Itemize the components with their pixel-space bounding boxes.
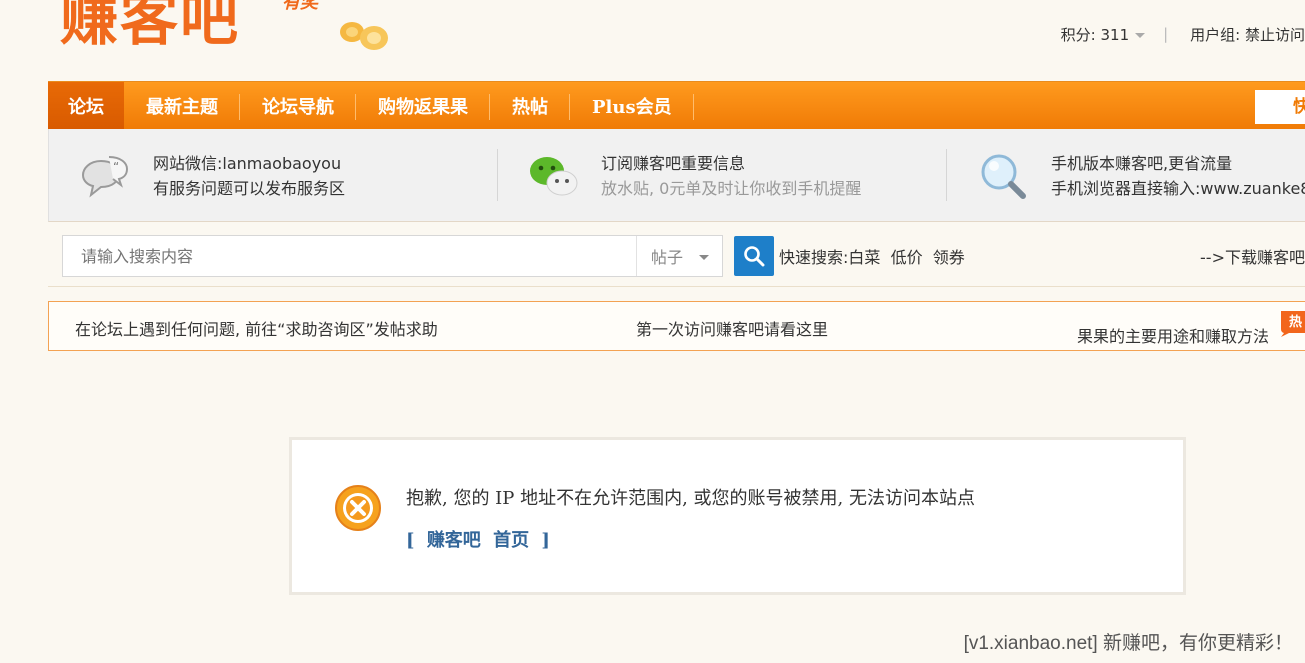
nav-label: 论坛导航: [262, 96, 334, 118]
usergroup-label: 用户组: 禁止访问: [1190, 25, 1305, 44]
wechat-icon: [530, 157, 578, 196]
subscribe-block[interactable]: 订阅赚客吧重要信息 放水贴, 0元单及时让你收到手机提醒: [527, 151, 861, 201]
chevron-down-icon: [699, 255, 710, 260]
points-link[interactable]: 积分: 311: [1060, 24, 1146, 45]
site-logo[interactable]: 赚客吧 有奖: [60, 0, 400, 66]
points-label: 积分: 311: [1060, 25, 1130, 44]
nav-divider: [692, 93, 694, 120]
nav-item-plus[interactable]: Plus会员: [570, 82, 694, 130]
search-box: 帖子: [62, 235, 723, 277]
wechat-account-block: “ 网站微信:lanmaobaoyou 有服务问题可以发布服务区: [79, 151, 345, 201]
logo-text: 赚客吧: [60, 0, 241, 53]
mobile-version-block[interactable]: 手机版本赚客吧,更省流量 手机浏览器直接输入:www.zuanke8: [977, 151, 1305, 201]
search-input[interactable]: [63, 236, 636, 276]
mobile-line-2: 手机浏览器直接输入:www.zuanke8: [1051, 179, 1305, 198]
divider: [946, 149, 947, 201]
wechat-line-1: 网站微信:lanmaobaoyou: [153, 154, 342, 173]
magnifier-icon: [981, 154, 1026, 199]
download-app-link[interactable]: -->下载赚客吧: [1200, 244, 1305, 268]
help-notice-link[interactable]: 在论坛上遇到任何问题, 前往“求助咨询区”发帖求助: [75, 316, 438, 340]
nav-item-latest[interactable]: 最新主题: [124, 82, 240, 130]
hot-badge-icon: 热: [1280, 311, 1305, 337]
site-home-link[interactable]: 赚客吧: [427, 530, 481, 551]
divider: [497, 149, 498, 201]
notice-bar: 在论坛上遇到任何问题, 前往“求助咨询区”发帖求助 第一次访问赚客吧请看这里 果…: [48, 301, 1305, 351]
footer-note: [v1.xianbao.net] 新赚吧，有你更精彩！: [963, 633, 1293, 654]
quick-link-cabbage[interactable]: 白菜: [848, 248, 880, 267]
usage-link[interactable]: 果果的主要用途和赚取方法: [1077, 323, 1269, 347]
hot-badge-text: 热: [1289, 314, 1302, 330]
error-links: [ 赚客吧 首页 ]: [406, 526, 556, 552]
nav-label: 最新主题: [146, 96, 218, 118]
nav-quick-button[interactable]: 快: [1255, 90, 1305, 124]
wechat-line-2: 有服务问题可以发布服务区: [153, 179, 346, 198]
nuts-icon: [340, 22, 388, 50]
home-page-link[interactable]: 首页: [493, 530, 529, 551]
nav-item-guide[interactable]: 论坛导航: [240, 82, 356, 130]
nav-label: 热帖: [512, 96, 548, 118]
quick-search: 快速搜索:白菜 低价 领券: [779, 244, 965, 268]
nav-label: Plus会员: [592, 96, 672, 118]
divider: |: [1163, 25, 1169, 43]
quick-link-coupon[interactable]: 领券: [933, 248, 965, 267]
error-icon: [335, 485, 381, 531]
quick-link-lowprice[interactable]: 低价: [891, 248, 923, 267]
bracket-open: [: [406, 530, 415, 551]
mobile-line-1: 手机版本赚客吧,更省流量: [1051, 154, 1233, 173]
main-nav: 论坛 最新主题 论坛导航 购物返果果 热帖 Plus会员 快: [48, 81, 1305, 130]
error-message: 抱歉, 您的 IP 地址不在允许范围内, 或您的账号被禁用, 无法访问本站点: [406, 488, 975, 509]
search-button[interactable]: [734, 236, 774, 276]
nav-item-forum[interactable]: 论坛: [48, 81, 124, 130]
first-visit-link[interactable]: 第一次访问赚客吧请看这里: [636, 316, 828, 340]
nav-item-cashback[interactable]: 购物返果果: [356, 82, 490, 130]
info-strip: “ 网站微信:lanmaobaoyou 有服务问题可以发布服务区 订阅赚客吧重要…: [48, 129, 1305, 222]
nav-label: 购物返果果: [378, 96, 468, 118]
subscribe-line-1: 订阅赚客吧重要信息: [601, 154, 746, 173]
logo-sub: 有奖: [282, 0, 318, 13]
chevron-down-icon: [1135, 32, 1146, 38]
nav-item-hot[interactable]: 热帖: [490, 82, 570, 130]
search-type-label: 帖子: [651, 248, 684, 267]
quick-search-label: 快速搜索:: [779, 248, 849, 267]
divider: [48, 286, 1305, 287]
search-icon: [744, 246, 765, 267]
subscribe-line-2: 放水贴, 0元单及时让你收到手机提醒: [601, 179, 862, 198]
svg-text:“: “: [113, 160, 119, 174]
chat-bubble-icon: “: [81, 156, 129, 198]
bracket-close: ]: [541, 530, 550, 551]
nav-label: 论坛: [68, 96, 104, 118]
error-dialog: 抱歉, 您的 IP 地址不在允许范围内, 或您的账号被禁用, 无法访问本站点 […: [289, 437, 1186, 595]
user-bar: 积分: 311 | 用户组: 禁止访问: [1061, 22, 1305, 46]
search-type-select[interactable]: 帖子: [636, 236, 722, 276]
